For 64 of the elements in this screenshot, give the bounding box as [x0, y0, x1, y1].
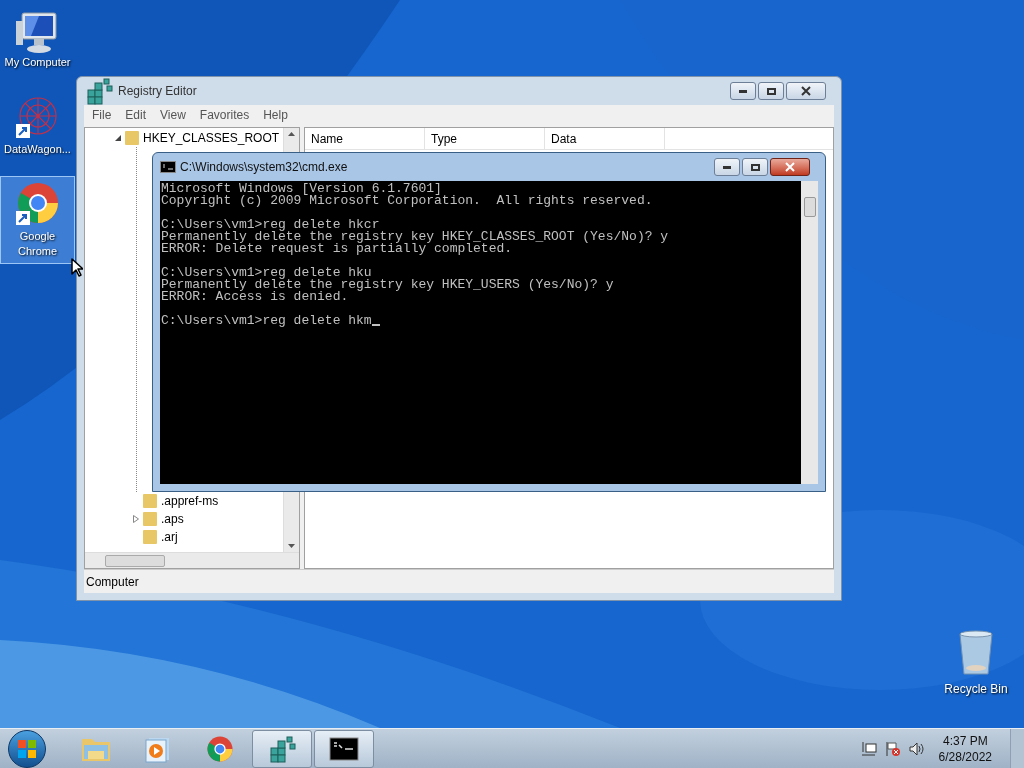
- tree-item[interactable]: .arj: [161, 530, 178, 544]
- scroll-down-arrow-icon[interactable]: [288, 544, 295, 548]
- desktop-icon[interactable]: Google Chrome: [0, 176, 75, 264]
- icon-label: My Computer: [4, 55, 71, 70]
- console-line: Permanently delete the registry key HKEY_USERS (Yes/No)? y: [161, 279, 614, 291]
- start-button[interactable]: [8, 729, 46, 768]
- icon-label: DataWagon...: [4, 142, 71, 157]
- menu-item[interactable]: Favorites: [199, 106, 250, 124]
- collapse-arrow-icon[interactable]: [115, 135, 121, 141]
- console-line: ERROR: Access is denied.: [161, 291, 349, 303]
- minimize-button[interactable]: [714, 158, 740, 176]
- close-button[interactable]: [786, 82, 826, 100]
- folder-icon: [143, 512, 157, 526]
- window-title: C:\Windows\system32\cmd.exe: [180, 159, 348, 176]
- console-icon: [160, 161, 176, 173]
- network-icon: [860, 740, 877, 757]
- menu-item[interactable]: Edit: [125, 106, 147, 124]
- console-line: C:\Users\vm1>reg delete hku: [161, 267, 372, 279]
- status-bar: Computer: [84, 569, 834, 593]
- scroll-up-arrow-icon[interactable]: [288, 132, 295, 136]
- tree-item[interactable]: .appref-ms: [161, 494, 219, 508]
- column-header[interactable]: Type: [425, 128, 545, 149]
- vertical-scrollbar[interactable]: [801, 181, 818, 484]
- desktop-icon[interactable]: DataWagon...: [0, 89, 75, 162]
- column-header[interactable]: Name: [305, 128, 425, 149]
- clock-date: 6/28/2022: [938, 748, 992, 765]
- console-line: Copyright (c) 2009 Microsoft Corporation. All rights reserved.: [161, 195, 653, 207]
- menu-item[interactable]: Help: [263, 106, 288, 124]
- menu-item[interactable]: View: [160, 106, 186, 124]
- close-button[interactable]: [770, 158, 810, 176]
- expand-arrow-icon[interactable]: [133, 515, 139, 523]
- taskbar-button[interactable]: [314, 729, 374, 768]
- folder-icon: [143, 494, 157, 508]
- flag-icon: [884, 740, 901, 757]
- cubes-icon: [84, 76, 114, 106]
- console-line: ERROR: Delete request is partially completed.: [161, 243, 513, 255]
- column-header[interactable]: Data: [545, 128, 665, 149]
- maximize-button[interactable]: [758, 82, 784, 100]
- console-line: Microsoft Windows [Version 6.1.7601]: [161, 183, 442, 195]
- console-line: C:\Users\vm1>reg delete hkm: [161, 315, 372, 327]
- console-line: Permanently delete the registry key HKEY_CLASSES_ROOT (Yes/No)? y: [161, 231, 669, 243]
- console-icon: [329, 736, 359, 761]
- maximize-button[interactable]: [742, 158, 768, 176]
- tree-item[interactable]: HKEY_CLASSES_ROOT: [143, 129, 280, 147]
- window-title: Registry Editor: [118, 83, 197, 100]
- cubes-icon: [267, 733, 297, 764]
- icon-label: Recycle Bin: [944, 682, 1008, 697]
- desktop-icon[interactable]: Recycle Bin: [938, 630, 1014, 697]
- close-icon: [801, 86, 811, 96]
- horizontal-scrollbar[interactable]: [85, 552, 299, 568]
- menu-item[interactable]: File: [92, 106, 112, 124]
- speaker-icon: [908, 740, 925, 757]
- folder-icon: [125, 131, 139, 145]
- folder-icon: [143, 530, 157, 544]
- tree-item[interactable]: .aps: [161, 512, 184, 526]
- minimize-button[interactable]: [730, 82, 756, 100]
- text-cursor: [371, 324, 380, 326]
- windows-logo-icon: [17, 738, 37, 759]
- clock-time: 4:37 PM: [942, 732, 988, 749]
- trash-can-icon: [956, 630, 996, 678]
- close-icon: [785, 162, 795, 172]
- icon-label: Google Chrome: [16, 229, 59, 259]
- desktop-icon[interactable]: My Computer: [0, 6, 75, 75]
- console-line: C:\Users\vm1>reg delete hkcr: [161, 219, 380, 231]
